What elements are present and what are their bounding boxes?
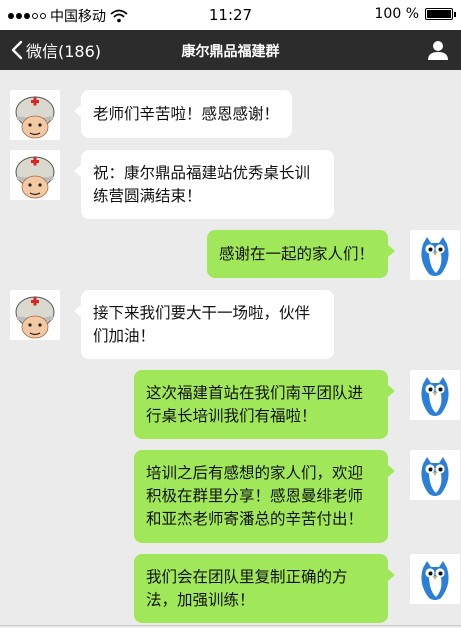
message-line: 们加油！ [93, 326, 156, 345]
soldier-avatar-icon[interactable] [10, 150, 60, 200]
back-button[interactable]: 微信(186) [10, 37, 101, 63]
nav-bar: 微信(186) 康尔鼎品福建群 [0, 30, 461, 70]
owl-avatar-icon[interactable] [410, 554, 460, 604]
soldier-avatar-icon[interactable] [10, 290, 60, 340]
owl-avatar-icon[interactable] [410, 450, 460, 500]
owl-avatar-icon[interactable] [410, 370, 460, 420]
message-line: 祝：康尔鼎品福建站优秀桌长训 [93, 163, 311, 182]
outgoing-message[interactable]: 感谢在一起的家人们！ [207, 230, 395, 278]
message-text: 祝：康尔鼎品福建站优秀桌长训 练营圆满结束！ [93, 162, 310, 208]
message-text: 这次福建首站在我们南平团队进 行桌长培训我们有福啦！ [146, 382, 363, 428]
message-text: 接下来我们要大干一场啦，伙伴 们加油！ [93, 302, 310, 348]
divider [0, 625, 461, 626]
outgoing-message[interactable]: 培训之后有感想的家人们，欢迎 积极在群里分享！感恩曼绯老师 和亚杰老师寄潘总的辛… [134, 450, 395, 543]
status-bar: 中国移动 11:27 100 % [0, 0, 461, 30]
page-title: 康尔鼎品福建群 [181, 44, 280, 60]
chat-area[interactable]: 老师们辛苦啦！感恩感谢！ 祝：康尔鼎品福建站优秀桌长训 练营圆满结束！ 感谢在一… [0, 70, 461, 628]
incoming-message[interactable]: 祝：康尔鼎品福建站优秀桌长训 练营圆满结束！ [74, 150, 334, 219]
message-line: 和亚杰老师寄潘总的辛苦付出！ [146, 510, 364, 528]
message-line: 积极在群里分享！感恩曼绯老师 [146, 487, 364, 505]
message-text: 培训之后有感想的家人们，欢迎 积极在群里分享！感恩曼绯老师 和亚杰老师寄潘总的辛… [146, 462, 363, 531]
incoming-message[interactable]: 接下来我们要大干一场啦，伙伴 们加油！ [74, 290, 334, 359]
message-line: 接下来我们要大干一场啦，伙伴 [93, 303, 311, 322]
group-info-icon[interactable] [427, 39, 449, 61]
battery-percent: 100 % [374, 6, 419, 22]
message-text: 老师们辛苦啦！感恩感谢！ [93, 104, 280, 123]
battery-level [427, 10, 451, 18]
soldier-avatar-icon[interactable] [10, 90, 60, 140]
message-line: 培训之后有感想的家人们，欢迎 [146, 464, 364, 482]
incoming-message[interactable]: 老师们辛苦啦！感恩感谢！ [74, 90, 292, 138]
back-label: 微信(186) [26, 42, 102, 61]
chevron-left-icon [11, 40, 23, 60]
message-line: 法，加强训练！ [146, 590, 255, 609]
battery-icon [425, 8, 456, 20]
message-line: 这次福建首站在我们南平团队进 [146, 383, 364, 402]
message-line: 练营圆满结束！ [93, 186, 202, 205]
message-line: 我们会在团队里复制正确的方 [146, 567, 348, 586]
owl-avatar-icon[interactable] [410, 230, 460, 280]
outgoing-message[interactable]: 我们会在团队里复制正确的方 法，加强训练！ [134, 554, 395, 623]
status-right: 100 % [374, 6, 456, 22]
message-line: 行桌长培训我们有福啦！ [146, 406, 317, 425]
message-text: 我们会在团队里复制正确的方 法，加强训练！ [146, 566, 348, 612]
message-text: 感谢在一起的家人们！ [219, 244, 375, 263]
outgoing-message[interactable]: 这次福建首站在我们南平团队进 行桌长培训我们有福啦！ [134, 370, 395, 439]
